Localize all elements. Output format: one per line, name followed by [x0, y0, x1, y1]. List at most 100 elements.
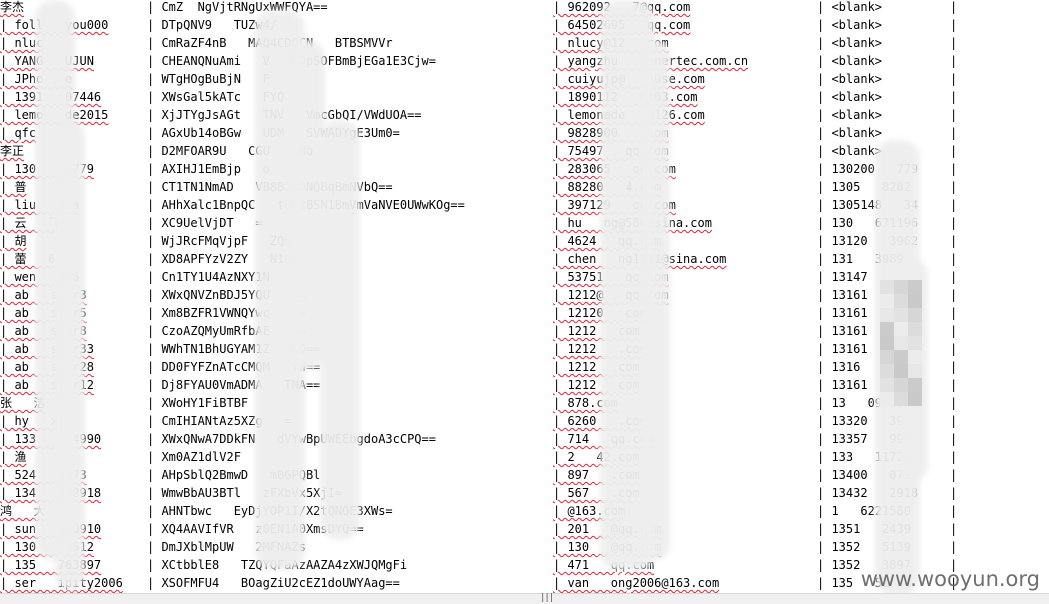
privacy-blur-mask	[55, 120, 85, 590]
cell-border: |	[950, 468, 958, 482]
cell-phone: | <blank>	[817, 126, 883, 140]
cell-username: | 普	[0, 180, 27, 194]
pixelation-block	[908, 378, 922, 392]
cell-border: |	[950, 108, 958, 122]
cell-phone: | <blank>	[817, 0, 883, 14]
cell-border: |	[950, 360, 958, 374]
privacy-blur-mask	[320, 120, 360, 540]
pixelation-block	[880, 280, 894, 294]
cell-phone: | 1316	[817, 360, 861, 374]
cell-username: | 渔	[0, 450, 27, 464]
cell-border: |	[950, 378, 958, 392]
cell-username: 李杰	[0, 0, 25, 14]
cell-phone: | <blank>	[817, 108, 883, 122]
pixelation-block	[894, 350, 908, 364]
cell-border: |	[950, 54, 958, 68]
pixelation-block	[908, 322, 922, 336]
privacy-blur-mask	[640, 40, 670, 560]
cell-border: |	[950, 18, 958, 32]
cell-phone: | 13161	[817, 378, 868, 392]
cell-border: |	[950, 252, 958, 266]
cell-border: |	[950, 414, 958, 428]
cell-border: |	[950, 306, 958, 320]
table-row: 李杰 | CmZ NgVjtRNgUxWWFQYA== | 962092 7@qq.…	[0, 0, 1049, 16]
pixelation-block	[894, 322, 908, 336]
cell-username: 李正	[0, 144, 25, 158]
cell-border: |	[950, 144, 958, 158]
cell-border: |	[950, 180, 958, 194]
table-row: | YANG UJUN| CHEANQNuAmi V UDpSOFBmBjEGa…	[0, 52, 1049, 70]
pixelation-block	[894, 378, 908, 392]
cell-phone: | <blank>	[817, 36, 883, 50]
horizontal-scrollbar[interactable]: |||	[0, 593, 1049, 604]
cell-border: |	[950, 270, 958, 284]
cell-phone: | 13161	[817, 288, 868, 302]
pixelation-block	[894, 336, 908, 350]
watermark: www.wooyun.org	[860, 567, 1040, 591]
pixelation-block	[880, 392, 894, 406]
pixelation-block	[908, 350, 922, 364]
pixelation-block	[908, 364, 922, 378]
pixelation-block	[894, 308, 908, 322]
privacy-blur-mask	[285, 40, 325, 370]
pixelation-block	[880, 378, 894, 392]
cell-border: |	[950, 126, 958, 140]
data-table-view[interactable]: 李杰 | CmZ NgVjtRNgUxWWFQYA== | 962092 7@qq.…	[0, 0, 1049, 593]
cell-border: |	[950, 0, 958, 14]
cell-border: |	[950, 450, 958, 464]
cell-password-hash: | WTgHOgBuBjN F	[147, 72, 270, 86]
cell-border: |	[950, 504, 958, 518]
cell-phone: | 13161	[817, 306, 868, 320]
pixelation-block	[880, 294, 894, 308]
cell-phone: | <blank>	[817, 90, 883, 104]
cell-border: |	[950, 90, 958, 104]
table-row: | foll you000 | DTpQNV9 TUZw4/| 64502695 …	[0, 16, 1049, 34]
cell-border: |	[950, 288, 958, 302]
pixelation-block	[894, 280, 908, 294]
scrollbar-grip-icon[interactable]: |||	[540, 594, 554, 603]
cell-password-hash: | XSOFMFU4 BOagZiU2cEZ1doUWYAag==	[147, 576, 400, 590]
cell-username: | qfc	[0, 126, 37, 140]
pixelation-block	[880, 364, 894, 378]
pixelation-block	[908, 392, 922, 406]
table-row: | 1391 07446| XWsGal5kATc FYQ| 1890112 @…	[0, 88, 1049, 106]
table-row: | lemo de2015| XjJTYgJsAGt TNV VmcGbQI/V…	[0, 106, 1049, 124]
table-row: | JPho e| WTgHOgBuBjN F| cuiyujp@ ouse.c…	[0, 70, 1049, 88]
cell-border: |	[950, 198, 958, 212]
pixelation-block	[894, 364, 908, 378]
cell-password-hash: | CmZ NgVjtRNgUxWWFQYA==	[147, 0, 328, 14]
pixelation-block	[880, 336, 894, 350]
cell-password-hash: | XWoHY1FiBTBF	[147, 396, 270, 410]
cell-border: |	[950, 432, 958, 446]
cell-phone: | <blank>	[817, 54, 883, 68]
cell-border: |	[950, 342, 958, 356]
pixelation-block	[908, 294, 922, 308]
pixelation-block	[908, 308, 922, 322]
cell-password-hash: | WmwBbAU3BTl zFXbVx5XjI=	[147, 486, 343, 500]
cell-border: |	[950, 162, 958, 176]
cell-email: | van ong2006@163.com	[553, 576, 720, 590]
cell-phone: | <blank>	[817, 144, 883, 158]
pixelation-block	[908, 336, 922, 350]
pixelation-block	[880, 322, 894, 336]
cell-border: |	[950, 522, 958, 536]
cell-border: |	[950, 324, 958, 338]
table-row: | nluc| CmRaZF4nB MAQ4CDOCN BTBSMVVr| nl…	[0, 34, 1049, 52]
pixelation-block	[894, 392, 908, 406]
cell-phone: | <blank>	[817, 18, 883, 32]
cell-username: | 胡	[0, 234, 27, 248]
pixelation-block	[908, 280, 922, 294]
cell-password-hash: | AXIHJ1EmBjp o	[147, 162, 270, 176]
pixelation-block	[880, 350, 894, 364]
cell-password-hash: | Xm0AZ1dlV2F	[147, 450, 263, 464]
cell-phone: | 13161	[817, 324, 868, 338]
cell-phone: | <blank>	[817, 72, 883, 86]
cell-border: |	[950, 72, 958, 86]
cell-border: |	[950, 396, 958, 410]
cell-phone: | 13147	[817, 270, 868, 284]
pixelation-block	[880, 308, 894, 322]
cell-password-hash: | XC9UelVjDT =	[147, 216, 263, 230]
cell-phone: | 13161	[817, 342, 868, 356]
cell-border: |	[950, 486, 958, 500]
cell-border: |	[950, 36, 958, 50]
